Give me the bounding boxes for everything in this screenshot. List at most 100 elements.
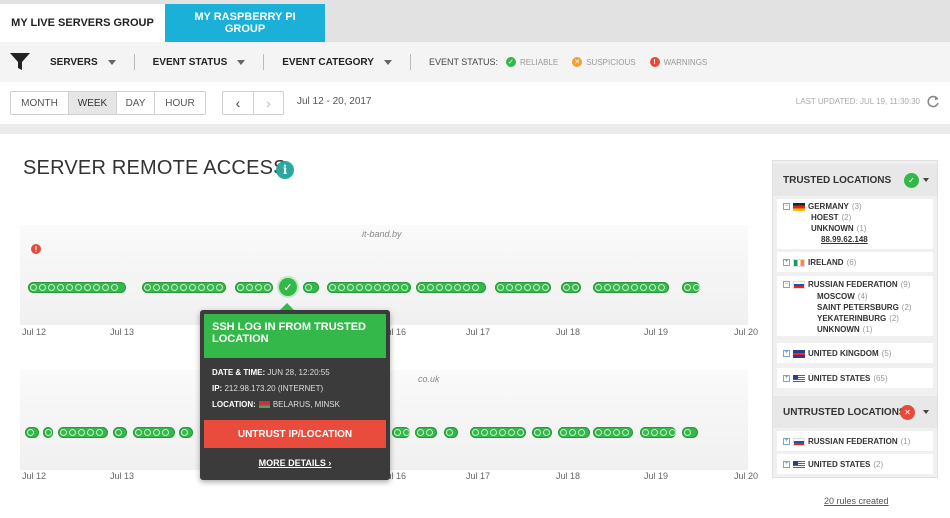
untrusted-location-russia[interactable]: + RUSSIAN FEDERATION (1) <box>783 437 910 446</box>
ip-address: 88.99.62.148 <box>821 235 868 244</box>
expand-icon[interactable]: + <box>783 350 790 357</box>
tooltip-location-label: LOCATION: <box>212 400 256 409</box>
location-hoest[interactable]: HOEST (2) <box>811 213 851 222</box>
trusted-locations-header[interactable]: TRUSTED LOCATIONS ✓ <box>773 164 937 196</box>
servers-dropdown[interactable]: SERVERS <box>50 57 116 68</box>
timeline-2-axis: Jul 12 Jul 13 Jul 16 Jul 17 Jul 18 Jul 1… <box>20 471 765 483</box>
location-count: (65) <box>873 374 888 383</box>
collapse-icon[interactable]: − <box>783 281 790 288</box>
germany-flag-icon <box>793 202 805 211</box>
range-month-button[interactable]: MONTH <box>11 92 69 114</box>
more-details-link[interactable]: MORE DETAILS › <box>200 458 390 468</box>
untrusted-locations-header[interactable]: UNTRUSTED LOCATIONS ✕ <box>773 396 937 428</box>
page-title: SERVER REMOTE ACCESS <box>23 157 287 179</box>
event-status-dropdown[interactable]: EVENT STATUS <box>153 57 246 68</box>
axis-tick: Jul 20 <box>733 327 759 337</box>
location-count: (2) <box>841 213 852 222</box>
tooltip-date-value: JUN 28, 12:20:55 <box>267 368 330 377</box>
reliable-event-cluster[interactable] <box>113 427 127 438</box>
legend-warnings: ! WARNINGS <box>649 57 707 67</box>
location-russia[interactable]: − RUSSIAN FEDERATION (9) <box>783 280 910 289</box>
range-day-button[interactable]: DAY <box>117 92 155 114</box>
range-week-button[interactable]: WEEK <box>69 92 117 114</box>
reliable-event-cluster[interactable] <box>558 427 590 438</box>
reliable-event-cluster[interactable] <box>470 427 526 438</box>
divider <box>133 54 135 70</box>
reliable-event-cluster[interactable] <box>593 282 669 293</box>
next-period-button[interactable]: › <box>253 92 283 114</box>
location-name: HOEST <box>811 213 839 222</box>
location-moscow[interactable]: MOSCOW (4) <box>817 292 868 301</box>
filter-icon[interactable] <box>10 53 30 71</box>
reliable-event-cluster[interactable] <box>415 427 437 438</box>
date-navigation: ‹ › <box>222 91 284 115</box>
reliable-event-cluster[interactable] <box>327 282 411 293</box>
range-hour-button[interactable]: HOUR <box>155 92 205 114</box>
event-tooltip: SSH LOG IN FROM TRUSTED LOCATION DATE & … <box>200 303 390 480</box>
section-divider <box>0 124 950 134</box>
expand-icon[interactable]: + <box>783 375 790 382</box>
tab-my-raspberry-pi-group[interactable]: MY RASPBERRY PI GROUP <box>165 4 325 42</box>
reliable-event-cluster[interactable] <box>235 282 273 293</box>
previous-period-button[interactable]: ‹ <box>223 92 253 114</box>
divider <box>409 54 411 70</box>
location-unknown-de[interactable]: UNKNOWN (1) <box>811 224 866 233</box>
reliable-event-cluster[interactable] <box>303 282 319 293</box>
location-count: (2) <box>889 314 899 323</box>
legend-reliable-label: RELIABLE <box>519 57 559 67</box>
reliable-event-cluster[interactable] <box>179 427 193 438</box>
exclamation-icon: ! <box>649 57 660 67</box>
axis-tick: Jul 19 <box>643 327 669 337</box>
location-united-kingdom[interactable]: + UNITED KINGDOM (5) <box>783 349 891 358</box>
collapse-icon[interactable]: − <box>783 203 790 210</box>
axis-tick: Jul 20 <box>733 471 759 481</box>
location-name: SAINT PETERSBURG <box>817 303 899 312</box>
location-united-states[interactable]: + UNITED STATES (65) <box>783 374 888 383</box>
reliable-event-cluster[interactable] <box>682 427 698 438</box>
reliable-event-cluster[interactable] <box>682 282 700 293</box>
reliable-event-cluster[interactable] <box>640 427 676 438</box>
reliable-event-cluster[interactable] <box>532 427 552 438</box>
expand-icon[interactable]: + <box>783 438 790 445</box>
reliable-event-cluster[interactable] <box>444 427 458 438</box>
location-saint-petersburg[interactable]: SAINT PETERSBURG (2) <box>817 303 912 312</box>
ip-address-link[interactable]: 88.99.62.148 <box>821 235 868 244</box>
selected-event-check-icon[interactable]: ✓ <box>279 278 297 296</box>
location-unknown-ru[interactable]: UNKNOWN (1) <box>817 325 872 334</box>
tab-my-live-servers-group[interactable]: MY LIVE SERVERS GROUP <box>0 4 165 42</box>
axis-tick: Jul 18 <box>555 327 581 337</box>
event-status-legend-label: EVENT STATUS: <box>428 57 498 67</box>
reliable-event-cluster[interactable] <box>495 282 551 293</box>
russia-flag-icon <box>793 280 805 289</box>
reliable-event-cluster[interactable] <box>43 427 53 438</box>
rules-created-link[interactable]: 20 rules created <box>824 496 889 506</box>
info-icon[interactable]: i <box>276 161 294 179</box>
untrusted-group-us: + UNITED STATES (2) <box>777 454 933 474</box>
event-category-dropdown[interactable]: EVENT CATEGORY <box>282 57 392 68</box>
reliable-event-cluster[interactable] <box>58 427 108 438</box>
axis-tick: Jul 18 <box>555 471 581 481</box>
reliable-event-cluster[interactable] <box>593 427 633 438</box>
reliable-event-cluster[interactable] <box>416 282 486 293</box>
untrust-location-button[interactable]: UNTRUST IP/LOCATION <box>204 420 386 448</box>
axis-tick: Jul 19 <box>643 471 669 481</box>
location-yekaterinburg[interactable]: YEKATERINBURG (2) <box>817 314 899 323</box>
location-count: (2) <box>873 460 884 469</box>
untrusted-location-united-states[interactable]: + UNITED STATES (2) <box>783 460 883 469</box>
reliable-event-cluster[interactable] <box>142 282 226 293</box>
reliable-event-cluster[interactable] <box>133 427 175 438</box>
chevron-down-icon <box>923 178 929 182</box>
location-germany[interactable]: − GERMANY (3) <box>783 202 862 211</box>
location-name: UNITED STATES <box>808 374 871 383</box>
expand-icon[interactable]: + <box>783 461 790 468</box>
us-flag-icon <box>793 460 805 469</box>
reliable-event-cluster[interactable] <box>25 427 39 438</box>
location-group-us: + UNITED STATES (65) <box>777 368 933 388</box>
warning-event-icon[interactable]: ! <box>31 244 41 254</box>
location-ireland[interactable]: + IRELAND (6) <box>783 258 856 267</box>
reliable-event-cluster[interactable] <box>392 427 410 438</box>
expand-icon[interactable]: + <box>783 259 790 266</box>
reliable-event-cluster[interactable] <box>561 282 581 293</box>
refresh-icon[interactable] <box>926 95 940 109</box>
reliable-event-cluster[interactable] <box>28 282 126 293</box>
